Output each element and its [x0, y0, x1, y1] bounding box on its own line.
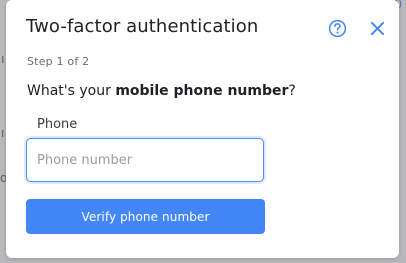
close-icon[interactable] [369, 20, 386, 37]
question-emphasis: mobile phone number [115, 83, 289, 99]
question-suffix: ? [288, 83, 296, 99]
phone-question: What's your mobile phone number? [27, 83, 296, 99]
dialog-title: Two-factor authentication [26, 16, 259, 37]
phone-number-input[interactable] [26, 138, 264, 182]
help-circle-icon[interactable] [328, 19, 347, 38]
backdrop-text-fragment: ı [1, 126, 5, 140]
question-prefix: What's your [27, 83, 116, 99]
verify-phone-button[interactable]: Verify phone number [26, 199, 265, 234]
step-indicator: Step 1 of 2 [27, 55, 90, 68]
two-factor-dialog: Two-factor authentication Step 1 of 2 Wh… [6, 0, 399, 258]
backdrop-text-fragment: ı [1, 52, 5, 66]
phone-label: Phone [37, 117, 78, 132]
